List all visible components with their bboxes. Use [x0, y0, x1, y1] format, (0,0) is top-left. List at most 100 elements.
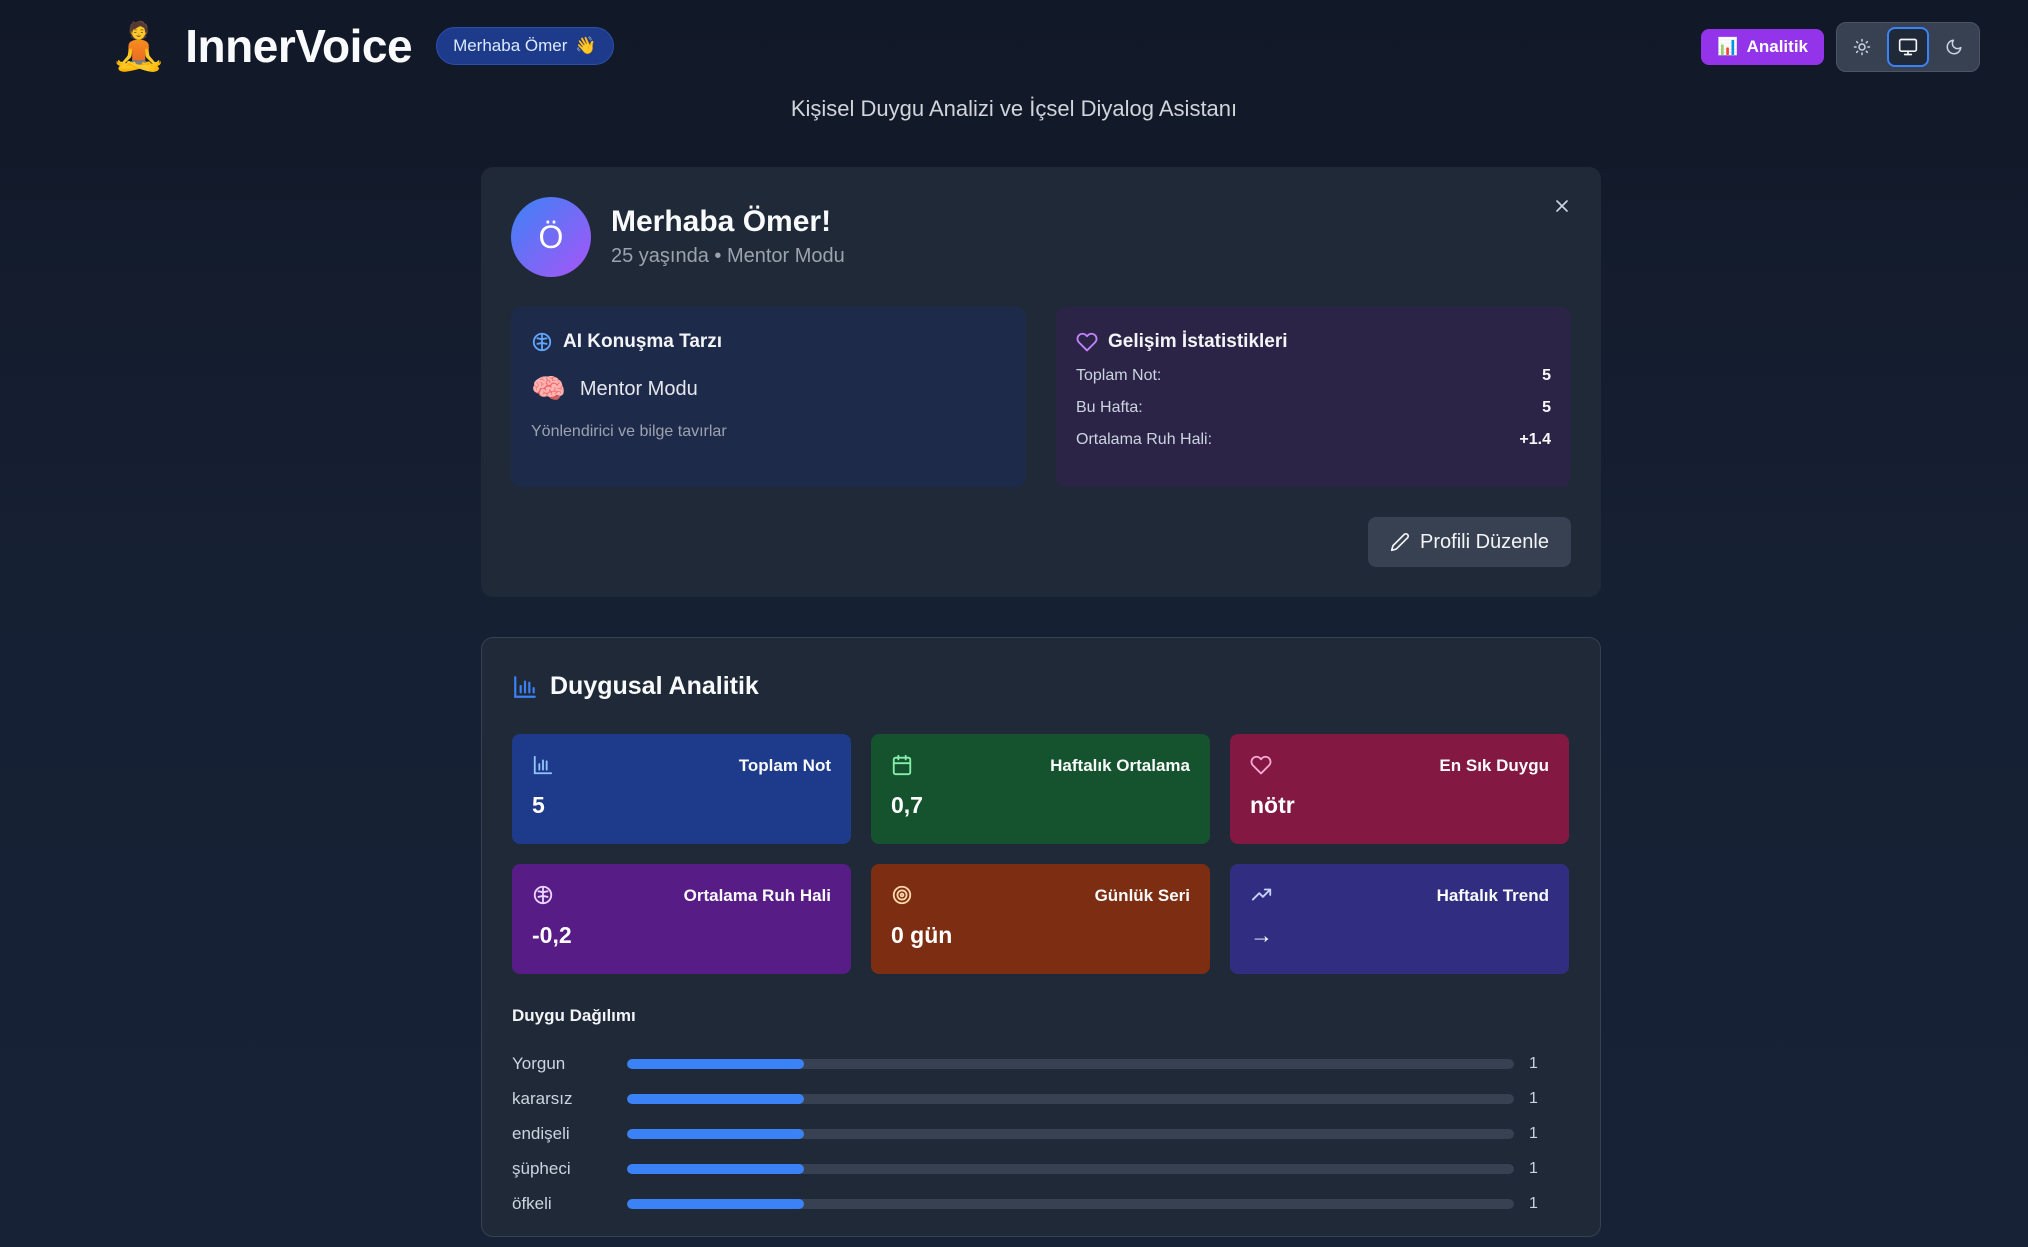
distribution-label: şüpheci — [512, 1158, 571, 1178]
stat-row-week: Bu Hafta: 5 — [1076, 399, 1551, 417]
stat-value: 5 — [1542, 399, 1551, 416]
analytics-title: Duygusal Analitik — [512, 672, 759, 701]
tile-weekly-average: Haftalık Ortalama 0,7 — [871, 734, 1210, 844]
distribution-fill — [627, 1058, 805, 1069]
ai-style-heading: AI Konuşma Tarzı — [531, 331, 1006, 353]
tile-most-frequent-emotion: En Sık Duygu nötr — [1230, 734, 1569, 844]
trending-up-icon — [1251, 888, 1272, 901]
monitor-icon — [1898, 38, 1918, 56]
waving-hand-icon: 👋 — [575, 36, 597, 55]
tile-label: En Sık Duygu — [1439, 756, 1549, 775]
distribution-track — [627, 1058, 1514, 1069]
distribution-label: Yorgun — [512, 1053, 566, 1073]
moon-icon — [1946, 39, 1962, 55]
analytics-card: Duygusal Analitik Toplam Not 5 Haftalık … — [481, 637, 1601, 1237]
distribution-fill — [627, 1128, 805, 1139]
brand: 🧘 InnerVoice Merhaba Ömer 👋 — [110, 18, 614, 74]
tile-average-mood: Ortalama Ruh Hali -0,2 — [512, 864, 851, 974]
brain-icon — [532, 332, 552, 352]
stat-label: Ortalama Ruh Hali: — [1076, 431, 1213, 448]
stat-value: +1.4 — [1519, 431, 1551, 448]
tile-total-notes: Toplam Not 5 — [512, 734, 851, 844]
tile-label: Haftalık Ortalama — [1050, 756, 1190, 775]
bar-chart-icon — [514, 675, 536, 698]
tile-label: Günlük Seri — [1094, 886, 1190, 905]
tile-value: 0 gün — [891, 922, 953, 948]
header-actions: 📊 Analitik — [1701, 22, 1980, 72]
analytics-button-label: Analitik — [1746, 37, 1808, 56]
tile-value: 5 — [532, 792, 545, 818]
ai-mode-row: 🧠 Mentor Modu — [531, 375, 1006, 403]
distribution-count: 1 — [1529, 1054, 1538, 1072]
tile-value: -0,2 — [532, 922, 572, 948]
ai-style-heading-text: AI Konuşma Tarzı — [563, 331, 723, 352]
heart-icon — [1076, 332, 1098, 352]
distribution-count: 1 — [1529, 1159, 1538, 1177]
emotion-distribution-title: Duygu Dağılımı — [512, 1006, 636, 1025]
distribution-label: endişeli — [512, 1123, 570, 1143]
distribution-label: öfkeli — [512, 1193, 552, 1213]
tile-value: nötr — [1250, 792, 1295, 818]
ai-mode-name: Mentor Modu — [579, 377, 698, 400]
greeting-badge-text: Merhaba Ömer — [453, 36, 568, 55]
tile-label: Haftalık Trend — [1436, 886, 1549, 905]
distribution-fill — [627, 1198, 805, 1209]
distribution-track — [627, 1093, 1514, 1104]
tile-weekly-trend: Haftalık Trend → — [1230, 864, 1569, 974]
sun-icon — [1853, 38, 1871, 56]
emotion-distribution: Yorgun 1 kararsız 1 endişeli 1 şüpheci 1… — [512, 1046, 1570, 1221]
profile-subtitle: 25 yaşında • Mentor Modu — [611, 245, 845, 267]
edit-profile-button[interactable]: Profili Düzenle — [1368, 517, 1571, 567]
app-name: InnerVoice — [185, 20, 413, 72]
stat-value: 5 — [1542, 367, 1551, 384]
distribution-row: şüpheci 1 — [512, 1151, 1570, 1186]
profile-greeting-title: Merhaba Ömer! — [611, 205, 832, 238]
distribution-count: 1 — [1529, 1124, 1538, 1142]
stat-label: Toplam Not: — [1076, 367, 1162, 384]
theme-dark-button[interactable] — [1933, 27, 1975, 67]
app-subtitle: Kişisel Duygu Analizi ve İçsel Diyalog A… — [790, 96, 1238, 121]
stat-row-avg-mood: Ortalama Ruh Hali: +1.4 — [1076, 431, 1551, 449]
meditation-logo-icon: 🧘 — [110, 20, 168, 72]
brain-emoji-icon: 🧠 — [531, 373, 566, 404]
distribution-fill — [627, 1163, 805, 1174]
tile-label: Toplam Not — [738, 756, 831, 775]
tile-value: → — [1250, 922, 1273, 948]
pencil-icon — [1390, 533, 1409, 552]
heart-icon — [1250, 755, 1272, 775]
progress-stats-heading-text: Gelişim İstatistikleri — [1108, 331, 1288, 352]
distribution-label: kararsız — [512, 1088, 573, 1108]
edit-profile-label: Profili Düzenle — [1420, 530, 1549, 553]
distribution-track — [627, 1128, 1514, 1139]
theme-system-button[interactable] — [1887, 27, 1929, 67]
distribution-track — [627, 1198, 1514, 1209]
avatar: Ö — [511, 197, 591, 277]
stat-row-total: Toplam Not: 5 — [1076, 367, 1551, 385]
theme-switcher — [1836, 22, 1980, 72]
distribution-fill — [627, 1093, 805, 1104]
greeting-badge: Merhaba Ömer 👋 — [436, 27, 614, 65]
target-icon — [892, 885, 912, 905]
analytics-title-text: Duygusal Analitik — [550, 672, 759, 700]
progress-stats-panel: Gelişim İstatistikleri Toplam Not: 5 Bu … — [1056, 307, 1571, 487]
distribution-row: kararsız 1 — [512, 1081, 1570, 1116]
close-profile-button[interactable] — [1547, 191, 1577, 221]
ai-mode-description: Yönlendirici ve bilge tavırlar — [531, 423, 727, 440]
distribution-track — [627, 1163, 1514, 1174]
profile-card: Ö Merhaba Ömer! 25 yaşında • Mentor Modu… — [481, 167, 1601, 597]
ai-style-panel: AI Konuşma Tarzı 🧠 Mentor Modu Yönlendir… — [511, 307, 1026, 487]
brain-icon — [533, 885, 553, 905]
theme-light-button[interactable] — [1841, 27, 1883, 67]
tile-label: Ortalama Ruh Hali — [683, 886, 831, 905]
tile-daily-streak: Günlük Seri 0 gün — [871, 864, 1210, 974]
app-header: 🧘 InnerVoice Merhaba Ömer 👋 📊 Analitik K… — [0, 0, 2028, 121]
tile-value: 0,7 — [891, 792, 923, 818]
analytics-button[interactable]: 📊 Analitik — [1701, 29, 1824, 65]
distribution-count: 1 — [1529, 1194, 1538, 1212]
distribution-row: Yorgun 1 — [512, 1046, 1570, 1081]
distribution-count: 1 — [1529, 1089, 1538, 1107]
bar-chart-emoji-icon: 📊 — [1717, 37, 1739, 56]
distribution-row: öfkeli 1 — [512, 1186, 1570, 1221]
progress-stats-heading: Gelişim İstatistikleri — [1076, 331, 1551, 353]
close-icon — [1556, 200, 1568, 212]
